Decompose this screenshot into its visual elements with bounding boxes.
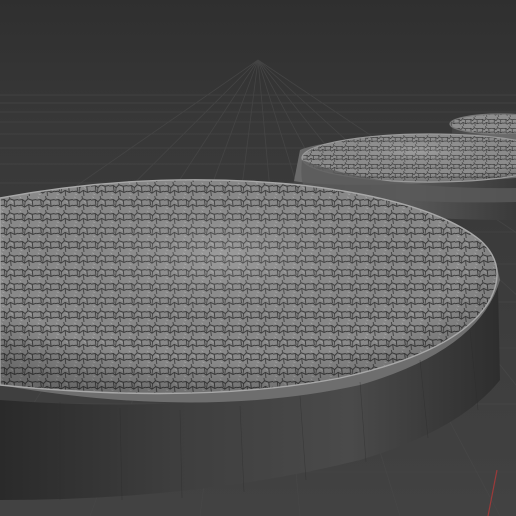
3d-viewport[interactable] [0, 0, 516, 516]
scene-render [0, 0, 516, 516]
